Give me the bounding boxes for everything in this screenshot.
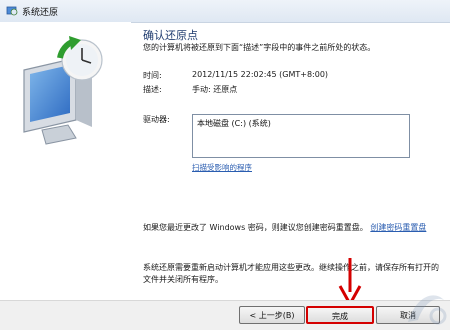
restore-description: 您的计算机将被还原到下面“描述”字段中的事件之前所处的状态。 [143,43,376,52]
description-label: 描述: [143,85,162,94]
left-panel [0,22,131,300]
restart-note: 系统还原需要重新启动计算机才能应用这些更改。继续操作之前，请保存所有打开的文件并… [143,263,439,284]
dialog-footer: < 上一步(B) 完成 取消 [0,300,450,330]
window-title: 系统还原 [22,8,59,18]
title-bar: 系统还原 [0,0,450,23]
create-password-reset-disk-link[interactable]: 创建密码重置盘 [370,223,426,232]
system-restore-window: 系统还原 确认还原点 您的计算机将被还原到下面“描述”字段中的事件之前所处的状态… [0,0,450,330]
description-value: 手动: 还原点 [192,85,238,94]
drives-label: 驱动器: [143,115,170,124]
back-button[interactable]: < 上一步(B) [239,306,305,324]
time-label: 时间: [143,71,162,80]
red-arrow-icon [338,258,362,306]
page-title: 确认还原点 [143,29,198,42]
scan-affected-programs-link[interactable]: 扫描受影响的程序 [192,162,252,173]
password-note: 如果您最近更改了 Windows 密码，则建议您创建密码重置盘。 创建密码重置盘 [143,222,443,234]
system-restore-icon [6,6,18,16]
content-area: 确认还原点 您的计算机将被还原到下面“描述”字段中的事件之前所处的状态。 时间:… [131,22,450,300]
watermark-logo [408,295,447,325]
drive-list[interactable]: 本地磁盘 (C:) (系统) [192,114,410,158]
password-note-text: 如果您最近更改了 Windows 密码，则建议您创建密码重置盘。 [143,223,368,232]
drive-item[interactable]: 本地磁盘 (C:) (系统) [197,118,271,129]
time-value: 2012/11/15 22:02:45 (GMT+8:00) [192,70,329,79]
system-restore-illustration-icon [23,36,103,145]
finish-button[interactable]: 完成 [306,306,374,324]
